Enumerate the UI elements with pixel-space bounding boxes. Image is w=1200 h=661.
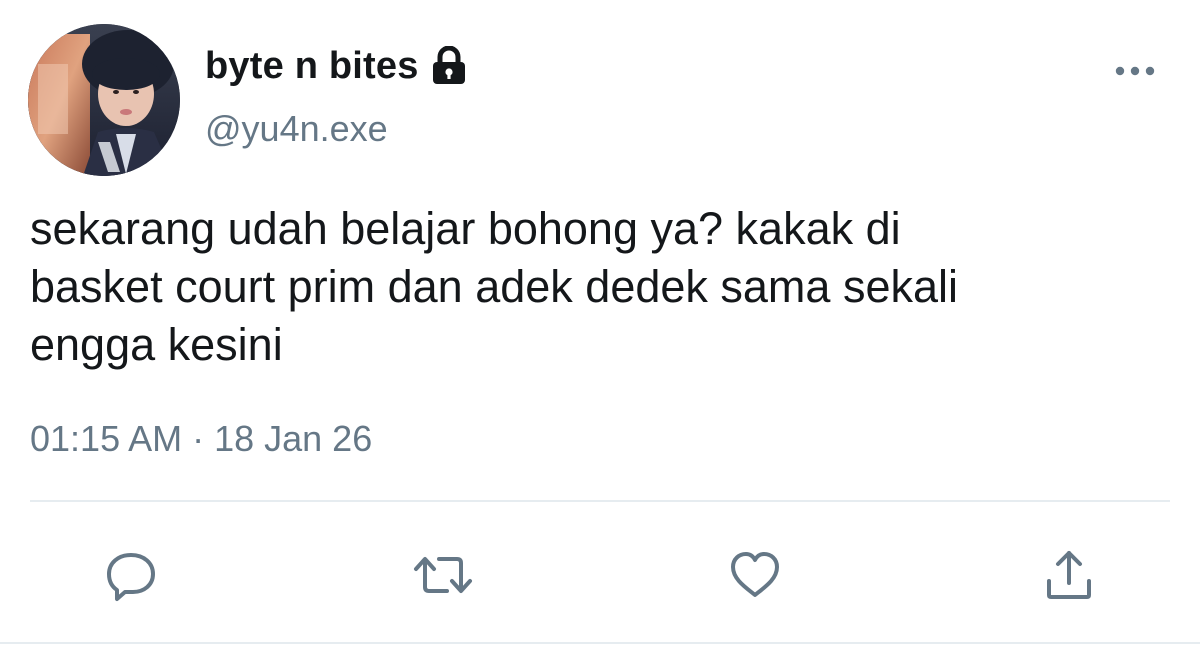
bottom-divider bbox=[0, 642, 1200, 644]
handle[interactable]: @yu4n.exe bbox=[205, 108, 388, 150]
share-icon bbox=[1047, 551, 1091, 599]
timestamp[interactable]: 01:15 AM · 18 Jan 26 bbox=[30, 418, 372, 460]
more-horizontal-icon bbox=[1115, 66, 1155, 76]
reply-icon bbox=[107, 553, 155, 601]
tweet-text: sekarang udah belajar bohong ya? kakak d… bbox=[30, 203, 958, 370]
retweet-icon bbox=[414, 557, 472, 593]
retweet-button[interactable] bbox=[408, 540, 478, 610]
avatar[interactable] bbox=[28, 24, 180, 176]
share-button[interactable] bbox=[1034, 540, 1104, 610]
display-name-row[interactable]: byte n bites bbox=[205, 40, 467, 92]
lock-icon bbox=[431, 45, 467, 86]
more-button[interactable] bbox=[1110, 56, 1160, 86]
tweet-card: byte n bites @yu4n.exe sekarang udah bel… bbox=[0, 0, 1200, 661]
heart-icon bbox=[731, 552, 779, 597]
display-name[interactable]: byte n bites bbox=[205, 45, 419, 88]
avatar-image bbox=[28, 24, 180, 176]
divider bbox=[30, 500, 1170, 502]
reply-button[interactable] bbox=[96, 540, 166, 610]
like-button[interactable] bbox=[720, 540, 790, 610]
action-bar bbox=[0, 540, 1200, 610]
